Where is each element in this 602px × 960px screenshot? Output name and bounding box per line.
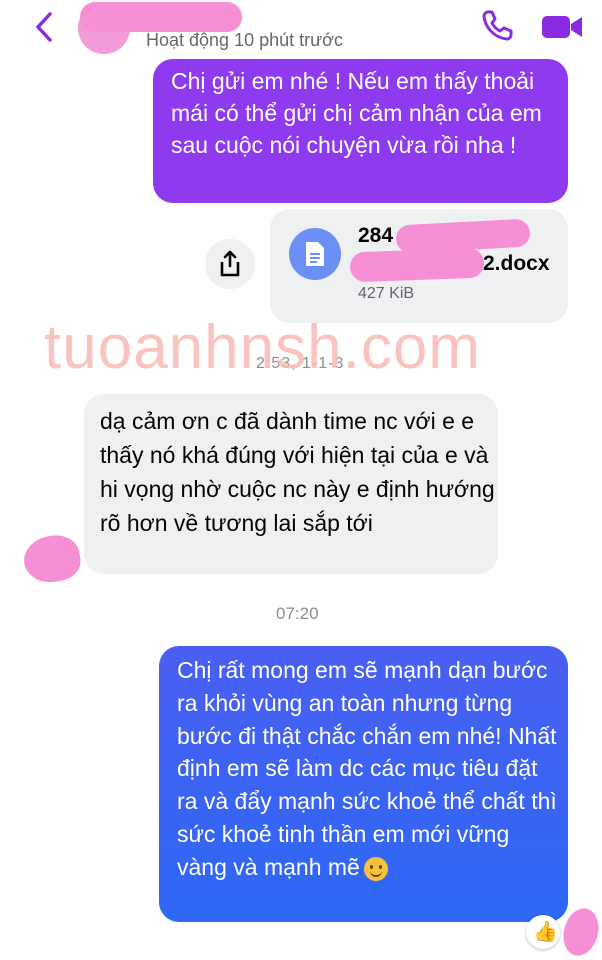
sent-message-bubble[interactable]: Chị rất mong em sẽ mạnh dạn bước ra khỏi…: [159, 646, 568, 922]
watermark: tuoanhnsh.com: [44, 313, 481, 382]
back-chevron-icon[interactable]: [30, 10, 58, 44]
file-size: 427 KiB: [358, 285, 415, 302]
message-text-wrapper: Chị rất mong em sẽ mạnh dạn bước ra khỏi…: [177, 654, 557, 884]
contact-avatar-small: [20, 531, 84, 587]
reaction-badge[interactable]: 👍: [526, 915, 560, 949]
timestamp: 07:20: [276, 604, 319, 623]
message-text: Chị rất mong em sẽ mạnh dạn bước ra khỏi…: [177, 657, 557, 880]
redacted-file-name: [349, 247, 485, 283]
smiling-emoji-icon: [363, 856, 388, 881]
message-text: Chị gửi em nhé ! Nếu em thấy thoải mái c…: [171, 68, 542, 158]
received-message-bubble[interactable]: dạ cảm ơn c đã dành time nc với e e thấy…: [84, 394, 498, 574]
sent-message-bubble[interactable]: Chị gửi em nhé ! Nếu em thấy thoải mái c…: [153, 59, 568, 203]
phone-icon[interactable]: [480, 9, 514, 43]
document-icon: [289, 228, 341, 280]
file-name-start: 284: [358, 224, 394, 247]
active-status: Hoạt động 10 phút trước: [146, 30, 343, 50]
seen-avatar: [558, 904, 602, 960]
redacted-contact-name: [80, 2, 242, 32]
share-icon: [220, 250, 240, 277]
video-camera-icon[interactable]: [540, 11, 584, 43]
message-text: dạ cảm ơn c đã dành time nc với e e thấy…: [100, 408, 495, 536]
thumbs-up-icon: 👍: [533, 921, 558, 943]
file-name-end: 2.docx: [483, 252, 550, 275]
share-button[interactable]: [205, 239, 255, 289]
